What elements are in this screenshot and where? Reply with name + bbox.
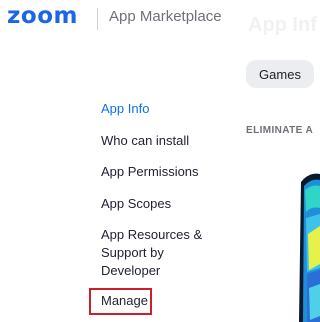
nav-item-app-permissions[interactable]: App Permissions	[101, 161, 199, 182]
nav-item-who-can-install[interactable]: Who can install	[101, 130, 189, 151]
category-chip-games[interactable]: Games	[246, 60, 314, 88]
nav-item-app-info[interactable]: App Info	[101, 98, 149, 119]
banner-illustration	[295, 168, 320, 322]
top-header: zoom App Marketplace App Inf	[0, 0, 320, 36]
nav-item-app-resources[interactable]: App Resources & Support by Developer	[101, 226, 211, 280]
header-divider	[97, 8, 98, 30]
zoom-logo[interactable]: zoom	[7, 3, 78, 29]
nav-item-app-scopes[interactable]: App Scopes	[101, 193, 171, 214]
marketplace-title[interactable]: App Marketplace	[109, 8, 222, 25]
app-page-title: App Inf	[248, 14, 317, 36]
manage-highlight-box	[89, 288, 152, 315]
banner-heading: ELIMINATE A	[246, 125, 314, 136]
